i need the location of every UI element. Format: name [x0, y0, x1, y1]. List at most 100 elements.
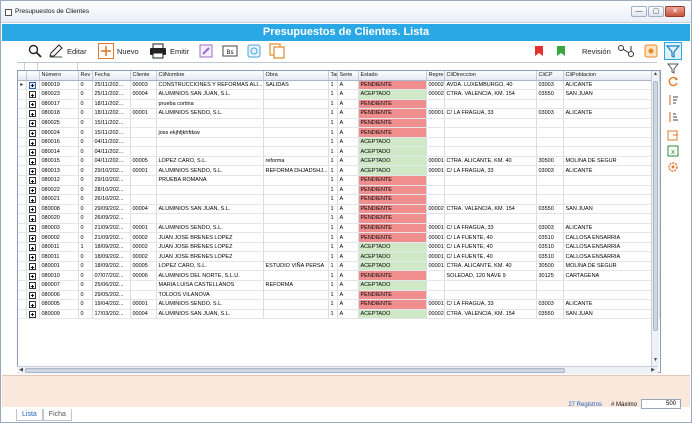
table-row[interactable]: 080007 0 25/06/202... MARIA LUISA CASTELLAN…: [18, 280, 660, 291]
row-selector[interactable]: [18, 251, 27, 262]
expand-icon[interactable]: [29, 148, 36, 156]
export-button[interactable]: [667, 129, 681, 143]
expand-cell[interactable]: [26, 118, 40, 129]
new-button[interactable]: Nuevo: [98, 43, 139, 59]
green-flag-button[interactable]: [555, 43, 567, 59]
column-header[interactable]: Serie: [337, 71, 359, 81]
scroll-right-icon[interactable]: ▶: [649, 367, 657, 374]
column-header[interactable]: Cliente: [130, 71, 157, 81]
table-row[interactable]: 080011 1 18/09/202... 00002 JUAN JOSE BRENES…: [18, 242, 660, 253]
expand-icon[interactable]: [29, 253, 36, 261]
badge-button[interactable]: Bs: [222, 43, 238, 59]
expand-icon[interactable]: [29, 291, 36, 299]
expand-cell[interactable]: [26, 261, 40, 272]
expand-cell[interactable]: [26, 251, 40, 262]
scroll-up-icon[interactable]: ▲: [652, 71, 659, 78]
expand-cell[interactable]: [26, 242, 40, 253]
row-selector[interactable]: [18, 299, 27, 310]
row-selector[interactable]: [18, 261, 27, 272]
settings-button[interactable]: [667, 161, 681, 175]
row-selector[interactable]: [18, 156, 27, 167]
row-selector[interactable]: [18, 175, 27, 186]
table-row[interactable]: 080025 0 15/11/202... 1 A PENDIENTE: [18, 118, 660, 129]
expand-cell[interactable]: [26, 89, 40, 100]
expand-icon[interactable]: [29, 186, 36, 194]
table-row[interactable]: 080022 0 28/10/202... 1 A PENDIENTE: [18, 185, 660, 196]
row-selector[interactable]: [18, 165, 27, 176]
expand-icon[interactable]: [29, 129, 36, 137]
table-row[interactable]: 080006 0 29/05/202... TOLDOS VILANOVA 1 A PEND…: [18, 290, 660, 301]
close-button[interactable]: ✕: [665, 6, 685, 17]
expand-icon[interactable]: [29, 272, 36, 280]
row-selector[interactable]: [18, 146, 27, 157]
row-selector[interactable]: [18, 290, 27, 301]
row-selector[interactable]: [18, 204, 27, 215]
table-row[interactable]: ▸ 080019 0 25/11/202... 00003 CONSTRUCCIONES …: [18, 80, 660, 91]
expand-icon[interactable]: [29, 310, 36, 318]
expand-cell[interactable]: [26, 156, 40, 167]
row-selector[interactable]: [18, 223, 27, 234]
expand-cell[interactable]: [26, 270, 40, 281]
expand-icon[interactable]: [29, 234, 36, 242]
tab-ficha[interactable]: Ficha: [42, 409, 72, 421]
row-selector[interactable]: [18, 127, 27, 138]
table-row[interactable]: 080008 0 29/09/202... 00004 ALUMINIOS SAN JU…: [18, 204, 660, 215]
expand-cell[interactable]: [26, 99, 40, 110]
row-selector[interactable]: [18, 99, 27, 110]
expand-cell[interactable]: [26, 232, 40, 243]
table-row[interactable]: 080016 0 04/11/202... 1 A ACEPTADO: [18, 137, 660, 148]
expand-cell[interactable]: [26, 280, 40, 291]
expand-cell[interactable]: [26, 108, 40, 119]
table-row[interactable]: 080013 0 29/10/202... 00001 ALUMINIOS SENDO,…: [18, 165, 660, 176]
expand-cell[interactable]: [26, 213, 40, 224]
sort-asc-button[interactable]: [667, 94, 681, 108]
expand-cell[interactable]: [26, 165, 40, 176]
column-header[interactable]: [26, 71, 40, 81]
table-row[interactable]: 080002 0 21/09/202... 00002 JUAN JOSE BRENES…: [18, 232, 660, 243]
table-row[interactable]: 080014 0 04/11/202... 1 A ACEPTADO: [18, 146, 660, 157]
expand-cell[interactable]: [26, 127, 40, 138]
expand-icon[interactable]: [29, 139, 36, 146]
scroll-down-icon[interactable]: ▼: [652, 357, 659, 364]
expand-icon[interactable]: [29, 215, 36, 223]
column-header[interactable]: Número: [39, 71, 79, 81]
filter-row[interactable]: [17, 62, 657, 70]
expand-icon[interactable]: [29, 158, 36, 165]
expand-icon[interactable]: [29, 81, 36, 89]
filter-small-button[interactable]: [666, 62, 681, 76]
column-header[interactable]: CliNombre: [156, 71, 264, 81]
table-row[interactable]: 080010 0 07/07/202... 00006 ALUMINIOS DEL NO…: [18, 270, 660, 281]
vertical-scroll-thumb[interactable]: [653, 81, 658, 331]
max-input[interactable]: 500: [641, 399, 681, 409]
column-header[interactable]: Rev: [78, 71, 93, 81]
table-row[interactable]: 080005 0 19/04/202... 00001 ALUMINIOS SENDO,…: [18, 299, 660, 310]
horizontal-scroll-thumb[interactable]: [25, 368, 565, 373]
table-row[interactable]: 080018 0 18/11/202... 00001 ALUMINIOS SENDO,…: [18, 108, 660, 119]
row-selector[interactable]: [18, 185, 27, 196]
table-row[interactable]: 080009 0 17/03/202... 00004 ALUMINIOS SAN JU…: [18, 309, 660, 320]
row-selector[interactable]: ▸: [18, 80, 27, 91]
orange-doc-button[interactable]: [644, 43, 658, 59]
row-selector[interactable]: [18, 118, 27, 129]
row-selector[interactable]: [18, 242, 27, 253]
expand-icon[interactable]: [29, 167, 36, 175]
table-row[interactable]: 080017 0 18/11/202... prueba cortina 1 A PENDI…: [18, 99, 660, 110]
expand-icon[interactable]: [29, 244, 36, 251]
table-row[interactable]: 080001 0 18/09/202... 00005 LOPEZ CARO, S.L.…: [18, 261, 660, 272]
network-button[interactable]: [617, 43, 635, 59]
expand-cell[interactable]: [26, 223, 40, 234]
document-button[interactable]: [247, 43, 261, 59]
expand-icon[interactable]: [29, 224, 36, 232]
vertical-scrollbar[interactable]: ▲ ▼: [651, 71, 659, 366]
table-row[interactable]: 080015 0 04/11/202... 00005 LOPEZ CARO, S.L.…: [18, 156, 660, 167]
maximize-button[interactable]: ▢: [648, 6, 664, 17]
table-row[interactable]: 080021 0 26/10/202... 1 A PENDIENTE: [18, 194, 660, 205]
expand-cell[interactable]: [26, 194, 40, 205]
horizontal-scrollbar[interactable]: ◀ ▶: [17, 366, 658, 374]
expand-icon[interactable]: [29, 263, 36, 270]
minimize-button[interactable]: —: [631, 6, 647, 17]
table-row[interactable]: 080003 0 21/09/202... 00001 ALUMINIOS SENDO,…: [18, 223, 660, 234]
expand-icon[interactable]: [29, 110, 36, 118]
row-selector[interactable]: [18, 89, 27, 100]
review-button[interactable]: Revisión: [582, 43, 611, 59]
